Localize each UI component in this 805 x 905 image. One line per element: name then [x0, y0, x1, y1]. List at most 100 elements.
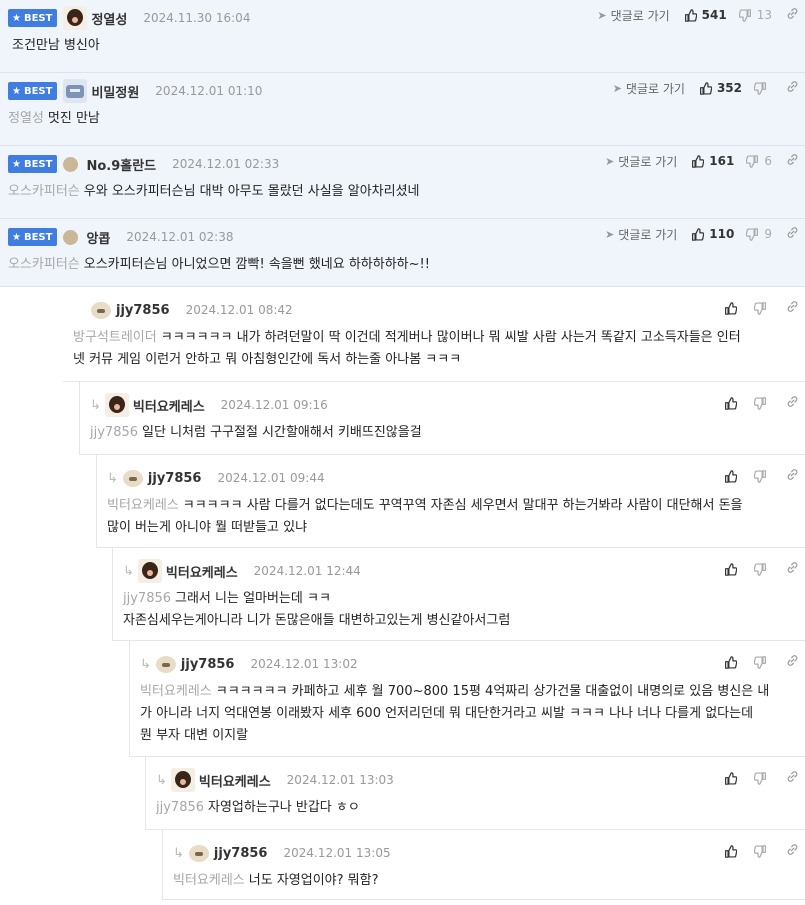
goto-reply-link[interactable]: ➤ 댓글로 가기 — [597, 7, 669, 24]
upvote-button[interactable]: 161 — [691, 154, 734, 168]
link-icon[interactable] — [786, 80, 799, 97]
bear-avatar[interactable] — [104, 393, 129, 417]
puppy-avatar[interactable] — [188, 842, 210, 864]
author-nickname[interactable]: jjy7856 — [116, 303, 170, 318]
author-nickname[interactable]: No.9홀란드 — [86, 155, 156, 174]
downvote-button[interactable] — [754, 469, 772, 483]
author-nickname[interactable]: 빅터요케레스 — [199, 771, 271, 790]
upvote-button[interactable] — [724, 562, 742, 576]
thumb-down-icon — [746, 154, 759, 168]
upvote-button[interactable]: 352 — [699, 81, 742, 95]
upvote-button[interactable] — [724, 301, 742, 315]
thumb-down-icon — [754, 81, 767, 95]
author-nickname[interactable]: 빅터요케레스 — [166, 562, 238, 581]
thumb-down-icon — [746, 227, 759, 241]
best-label: BEST — [23, 231, 53, 243]
comment-header: ★ BEST 정열성 2024.11.30 16:04 — [8, 3, 250, 33]
link-icon[interactable] — [786, 226, 799, 243]
goto-reply-link[interactable]: ➤ 댓글로 가기 — [605, 226, 677, 243]
comment-text: 넷 커뮤 게임 이런거 안하고 뭐 아침형인간에 독서 하는줄 아나봄 ㅋㅋㅋ — [73, 352, 462, 367]
comment-date: 2024.12.01 01:10 — [155, 84, 263, 98]
comment-actions — [710, 763, 799, 793]
thumb-up-icon — [724, 469, 737, 483]
upvote-button[interactable] — [724, 655, 742, 669]
mention-nickname[interactable]: 오스카피터슨 — [8, 257, 80, 272]
star-icon: ★ — [12, 85, 21, 97]
reply-arrow-icon: ↳ — [107, 470, 118, 486]
downvote-button[interactable] — [754, 844, 772, 858]
bear-avatar[interactable] — [63, 6, 88, 30]
comment-line: 빅터요케레스 ㅋㅋㅋㅋㅋㅋ 카페하고 세후 월 700~800 15평 4억짜리 … — [140, 681, 799, 703]
link-icon[interactable] — [786, 7, 799, 24]
comment-actions — [710, 647, 799, 677]
bear-avatar[interactable] — [170, 768, 195, 792]
downvote-button[interactable] — [754, 301, 772, 315]
goto-reply-link[interactable]: ➤ 댓글로 가기 — [613, 80, 685, 97]
downvote-button[interactable] — [754, 81, 772, 95]
upvote-count: 352 — [716, 81, 742, 95]
goto-reply-label: 댓글로 가기 — [618, 227, 678, 242]
best-comment: ★ BEST 정열성 2024.11.30 16:04 ➤ 댓글로 가기 541 13 조건만남… — [0, 0, 805, 73]
bear-avatar[interactable] — [137, 559, 162, 583]
comment-line: 뭔 부자 대변 이지랄 — [140, 725, 799, 747]
goto-reply-label: 댓글로 가기 — [618, 154, 678, 169]
comment-line: 자존심세우는게아니라 니가 돈많은애들 대변하고있는게 병신같아서그럼 — [123, 610, 799, 632]
mention-nickname[interactable]: jjy7856 — [123, 591, 171, 606]
mention-nickname[interactable]: 방구석트레이더 — [73, 330, 157, 345]
comment-body: 방구석트레이더 ㅋㅋㅋㅋㅋㅋ 내가 하려던말이 딱 이건데 적게버나 많이버나 뭐… — [73, 327, 799, 371]
mention-nickname[interactable]: 정열성 — [8, 111, 44, 126]
comment-line: 넷 커뮤 게임 이런거 안하고 뭐 아침형인간에 독서 하는줄 아나봄 ㅋㅋㅋ — [73, 349, 799, 371]
downvote-button[interactable]: 6 — [746, 154, 772, 168]
puppy-avatar[interactable] — [122, 467, 144, 489]
upvote-button[interactable] — [724, 771, 742, 785]
goto-reply-link[interactable]: ➤ 댓글로 가기 — [605, 153, 677, 170]
downvote-button[interactable]: 13 — [738, 8, 772, 22]
link-icon[interactable] — [786, 843, 799, 860]
downvote-button[interactable]: 9 — [746, 227, 772, 241]
comment-header: ↳ 빅터요케레스 2024.12.01 09:16 — [90, 390, 328, 420]
upvote-button[interactable] — [724, 844, 742, 858]
mention-nickname[interactable]: 빅터요케레스 — [107, 498, 179, 513]
comment-text: 뭔 부자 대변 이지랄 — [140, 728, 249, 743]
downvote-button[interactable] — [754, 771, 772, 785]
author-nickname[interactable]: 비밀정원 — [91, 82, 139, 101]
author-nickname[interactable]: 정열성 — [91, 9, 127, 28]
upvote-button[interactable] — [724, 396, 742, 410]
mention-nickname[interactable]: 빅터요케레스 — [173, 873, 245, 888]
author-nickname[interactable]: jjy7856 — [181, 657, 235, 672]
puppy-avatar[interactable] — [90, 299, 112, 321]
author-nickname[interactable]: 빅터요케레스 — [133, 396, 205, 415]
link-icon[interactable] — [786, 770, 799, 787]
link-icon[interactable] — [786, 153, 799, 170]
link-icon[interactable] — [786, 561, 799, 578]
downvote-button[interactable] — [754, 655, 772, 669]
downvote-button[interactable] — [754, 562, 772, 576]
mention-nickname[interactable]: 오스카피터슨 — [8, 184, 80, 199]
mention-nickname[interactable]: jjy7856 — [90, 425, 138, 440]
comment-body: 오스카피터슨 오스카피터슨님 아니었으면 깜빡! 속을뻔 했네요 하하하하하~!! — [8, 254, 799, 276]
downvote-button[interactable] — [754, 396, 772, 410]
comment-body: 빅터요케레스 ㅋㅋㅋㅋㅋ 사람 다를거 없다는데도 꾸역꾸역 자존심 세우면서 말… — [107, 495, 799, 539]
comment-header: ↳ jjy7856 2024.12.01 09:44 — [107, 463, 325, 493]
mention-nickname[interactable]: 빅터요케레스 — [140, 684, 212, 699]
link-icon[interactable] — [786, 654, 799, 671]
upvote-button[interactable]: 541 — [684, 8, 727, 22]
puppy-avatar[interactable] — [155, 653, 177, 675]
link-icon[interactable] — [786, 468, 799, 485]
comment-date: 2024.12.01 02:38 — [126, 230, 234, 244]
best-label: BEST — [23, 12, 53, 24]
author-nickname[interactable]: jjy7856 — [214, 846, 268, 861]
robot-avatar[interactable] — [63, 79, 88, 103]
comment-text: 자영업하는구나 반갑다 ㅎㅇ — [208, 800, 360, 815]
thumb-up-icon — [724, 562, 737, 576]
comment-text: ㅋㅋㅋㅋㅋㅋ 내가 하려던말이 딱 이건데 적게버나 많이버나 뭐 씨발 사람 … — [160, 330, 741, 345]
upvote-button[interactable] — [724, 469, 742, 483]
author-nickname[interactable]: 앙콥 — [86, 228, 110, 247]
upvote-button[interactable]: 110 — [691, 227, 734, 241]
link-icon[interactable] — [786, 395, 799, 412]
mention-nickname[interactable]: jjy7856 — [156, 800, 204, 815]
thumb-down-icon — [754, 844, 767, 858]
link-icon[interactable] — [786, 300, 799, 317]
best-comment: ★ BEST 앙콥 2024.12.01 02:38 ➤ 댓글로 가기 110 9 오스카피터슨… — [0, 219, 805, 287]
author-nickname[interactable]: jjy7856 — [148, 471, 202, 486]
